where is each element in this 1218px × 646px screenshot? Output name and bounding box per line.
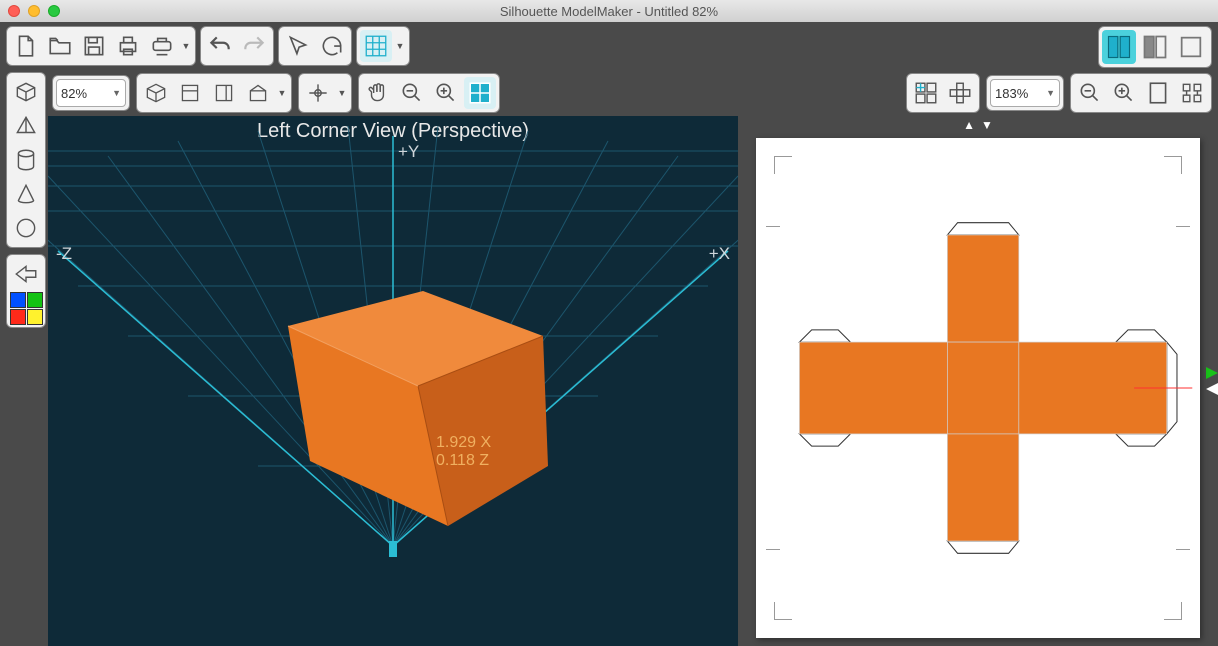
window-controls [8, 5, 60, 17]
workspace: Left Corner View (Perspective) [48, 116, 1218, 646]
chevron-down-icon: ▼ [112, 88, 121, 98]
top-view-button[interactable] [242, 77, 274, 109]
view-dropdown[interactable]: ▼ [276, 77, 288, 109]
view-toolbar: 82% ▼ ▼ ▼ [0, 70, 1218, 116]
viewmode-3d-button[interactable] [1102, 30, 1136, 64]
grid-toggle-button[interactable] [360, 30, 392, 62]
page-up-icon[interactable]: ▲ [963, 118, 975, 132]
zoom-in-3d-button[interactable] [430, 77, 462, 109]
layout-cross-button[interactable] [944, 77, 976, 109]
coord-x: 1.929 X [436, 434, 491, 452]
viewmode-2d-button[interactable] [1174, 30, 1208, 64]
wedge-green-icon[interactable] [1204, 366, 1218, 380]
unfold-button[interactable] [10, 258, 42, 290]
open-file-button[interactable] [44, 30, 76, 62]
model-cube [288, 291, 548, 526]
axis-label-px: +X [709, 244, 730, 264]
save-file-button[interactable] [78, 30, 110, 62]
front-view-button[interactable] [174, 77, 206, 109]
zoom-in-2d-button[interactable] [1108, 77, 1140, 109]
cone-shape-button[interactable] [10, 178, 42, 210]
grid-dropdown[interactable]: ▼ [394, 30, 406, 62]
fit-page-button[interactable] [1142, 77, 1174, 109]
print-button[interactable] [112, 30, 144, 62]
coord-readout: 1.929 X 0.118 Z [436, 434, 491, 469]
pan-tool-button[interactable] [362, 77, 394, 109]
file-dropdown[interactable]: ▼ [180, 30, 192, 62]
rotate-tool-button[interactable] [316, 30, 348, 62]
nav-2d-group [1070, 73, 1212, 113]
undo-group [200, 26, 274, 66]
select-group [278, 26, 352, 66]
zoom3d-select[interactable]: 82% ▼ [56, 79, 126, 107]
new-file-button[interactable] [10, 30, 42, 62]
zoom-out-2d-button[interactable] [1074, 77, 1106, 109]
window-title: Silhouette ModelMaker - Untitled 82% [500, 4, 718, 19]
side-handles [1204, 366, 1218, 396]
axis-label-nz: -Z [56, 244, 72, 264]
zoom2d-group: 183% ▼ [986, 75, 1064, 111]
minimize-window-button[interactable] [28, 5, 40, 17]
viewport-2d[interactable]: ▲ ▼ [738, 116, 1218, 646]
unfold-page [756, 138, 1200, 638]
wedge-white-icon[interactable] [1204, 382, 1218, 396]
side-view-button[interactable] [208, 77, 240, 109]
zoom2d-select[interactable]: 183% ▼ [990, 79, 1060, 107]
perspective-view-button[interactable] [140, 77, 172, 109]
shape-toolbar [6, 72, 46, 328]
viewport-3d[interactable]: Left Corner View (Perspective) [48, 116, 738, 646]
axis-lock-group: ▼ [298, 73, 352, 113]
zoom2d-value: 183% [995, 86, 1028, 101]
view-angle-group: ▼ [136, 73, 292, 113]
grid-group: ▼ [356, 26, 410, 66]
cube-shape-button[interactable] [10, 76, 42, 108]
fit-view-button[interactable] [464, 77, 496, 109]
sphere-shape-button[interactable] [10, 212, 42, 244]
layout-quad-button[interactable] [910, 77, 942, 109]
pyramid-shape-button[interactable] [10, 110, 42, 142]
send-to-cutter-button[interactable] [146, 30, 178, 62]
axis-label-py: +Y [398, 142, 419, 162]
axis-lock-button[interactable] [302, 77, 334, 109]
undo-button[interactable] [204, 30, 236, 62]
axis-dropdown[interactable]: ▼ [336, 77, 348, 109]
cylinder-shape-button[interactable] [10, 144, 42, 176]
redo-button[interactable] [238, 30, 270, 62]
close-window-button[interactable] [8, 5, 20, 17]
select-tool-button[interactable] [282, 30, 314, 62]
unfold-net [756, 138, 1200, 638]
page-nav: ▲ ▼ [963, 118, 993, 132]
main-toolbar: ▼ ▼ [0, 22, 1218, 70]
layout-split-group [906, 73, 980, 113]
color-palette-button[interactable] [10, 292, 42, 324]
page-down-icon[interactable]: ▼ [981, 118, 993, 132]
chevron-down-icon: ▼ [1046, 88, 1055, 98]
zoom3d-value: 82% [61, 86, 87, 101]
coord-z: 0.118 Z [436, 452, 491, 470]
zoom-out-3d-button[interactable] [396, 77, 428, 109]
zoom3d-group: 82% ▼ [52, 75, 130, 111]
file-group: ▼ [6, 26, 196, 66]
zoom-window-button[interactable] [48, 5, 60, 17]
viewmode-split-button[interactable] [1138, 30, 1172, 64]
arrange-button[interactable] [1176, 77, 1208, 109]
titlebar: Silhouette ModelMaker - Untitled 82% [0, 0, 1218, 22]
viewmode-group [1098, 26, 1212, 68]
nav-group [358, 73, 500, 113]
